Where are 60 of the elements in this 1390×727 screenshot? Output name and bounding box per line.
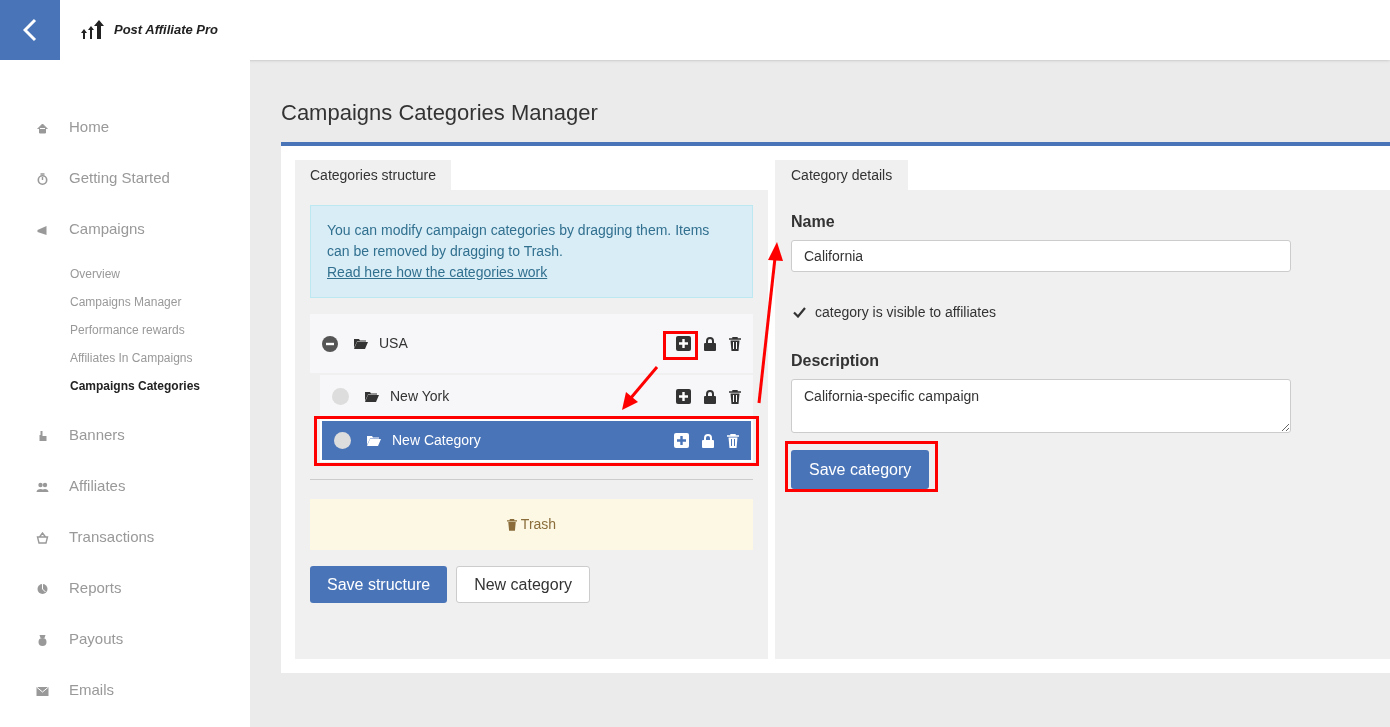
sidebar-item[interactable]: Transactions (36, 512, 250, 563)
sidebar-subitem[interactable]: Overview (70, 260, 250, 288)
structure-tab[interactable]: Categories structure (295, 160, 452, 190)
description-field[interactable]: California-specific campaign (791, 379, 1291, 433)
visible-label: category is visible to affiliates (815, 303, 997, 322)
sidebar-subitem[interactable]: Campaigns Manager (70, 288, 250, 316)
collapse-icon[interactable] (322, 335, 338, 352)
category-name: New Category (392, 431, 482, 450)
sidebar-item[interactable]: Campaigns (36, 204, 250, 255)
sidebar-item[interactable]: Payouts (36, 614, 250, 665)
radio-icon[interactable] (334, 432, 351, 449)
annotation-arrow (620, 365, 660, 411)
lock-icon[interactable] (704, 336, 716, 351)
highlight-frame (663, 331, 698, 360)
users-icon (36, 480, 49, 493)
help-link[interactable]: Read here how the categories work (327, 264, 548, 280)
trash-icon[interactable] (729, 336, 741, 351)
category-row[interactable]: USA (310, 314, 753, 373)
new-category-button[interactable]: New category (456, 566, 590, 603)
mail-icon (36, 684, 49, 697)
sidebar-subitem[interactable]: Affiliates In Campaigns (70, 344, 250, 372)
category-name: USA (379, 334, 409, 353)
category-name: New York (390, 387, 451, 406)
trash-label: Trash (520, 515, 557, 534)
trash-area[interactable]: Trash (310, 499, 753, 550)
save-structure-button[interactable]: Save structure (310, 566, 448, 603)
description-label: Description (791, 351, 880, 371)
sidebar-item[interactable]: Reports (36, 563, 250, 614)
bag-icon (36, 633, 49, 646)
name-label: Name (791, 212, 836, 232)
folder-icon (367, 435, 381, 446)
category-row[interactable]: New York (320, 375, 753, 418)
lock-icon[interactable] (704, 389, 716, 404)
info-message: You can modify campaign categories by dragging them. Items can be removed by dragging to Trash. Read here how the categories work (310, 205, 753, 298)
sidebar-item[interactable]: Affiliates (36, 461, 250, 512)
logo-icon (80, 19, 104, 41)
page-title: Campaigns Categories Manager (281, 99, 599, 126)
timer-icon (36, 172, 49, 185)
sidebar-item[interactable]: Home (36, 102, 250, 153)
folder-icon (365, 391, 379, 402)
pie-icon (36, 582, 49, 595)
sidebar-item[interactable]: Getting Started (36, 153, 250, 204)
category-row[interactable]: New Category (320, 419, 753, 462)
sidebar-subitem[interactable]: Performance rewards (70, 316, 250, 344)
back-icon (23, 18, 37, 42)
sidebar-item[interactable]: Banners (36, 410, 250, 461)
save-category-button[interactable]: Save category (791, 450, 930, 489)
home-icon (36, 121, 49, 134)
folder-icon (354, 338, 368, 349)
trash-icon (506, 518, 517, 531)
sidebar-subitem[interactable]: Campaigns Categories (70, 372, 250, 400)
logo-text: Post Affiliate Pro (114, 21, 219, 40)
name-field[interactable]: California (791, 240, 1291, 272)
details-tab[interactable]: Category details (775, 160, 909, 190)
back-button[interactable] (0, 0, 60, 60)
radio-icon[interactable] (332, 388, 349, 405)
sidebar-item[interactable]: Emails (36, 665, 250, 716)
checkmark-icon (792, 307, 806, 318)
trash-icon[interactable] (729, 389, 741, 404)
basket-icon (36, 531, 49, 544)
